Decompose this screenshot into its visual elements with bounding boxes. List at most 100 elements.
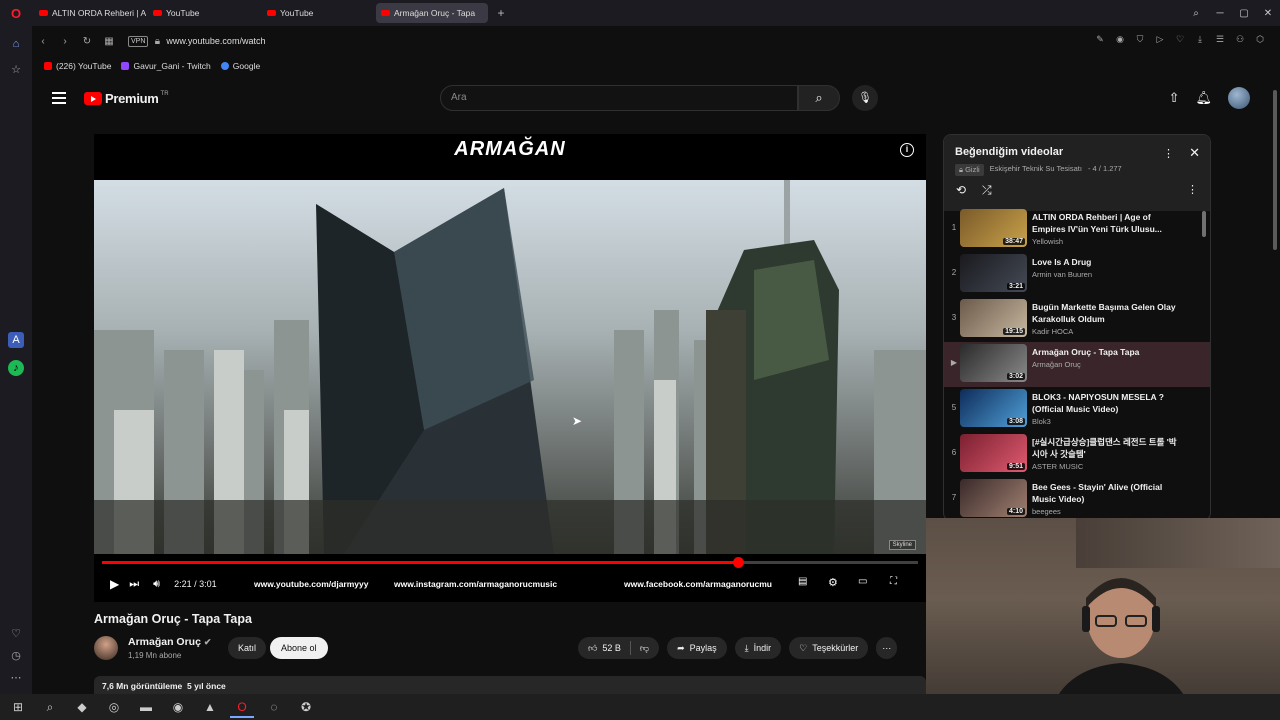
account-icon[interactable]: ⚇ xyxy=(1234,34,1246,46)
browser-tab-2[interactable]: YouTube xyxy=(148,3,260,23)
theater-mode-icon[interactable]: ▭ xyxy=(858,576,867,587)
file-explorer-icon[interactable]: ▬ xyxy=(134,696,158,718)
playlist-item-title[interactable]: Bee Gees - Stayin' Alive (Official Music… xyxy=(1032,481,1182,505)
playlist-item-title[interactable]: Love Is A Drug xyxy=(1032,256,1182,268)
bookmark-youtube[interactable]: (226) YouTube xyxy=(44,61,111,71)
opera-taskbar-icon[interactable]: O xyxy=(230,696,254,718)
playlist-item-title[interactable]: [#실시간급상승]클럽댄스 레전드 트롤 '박시아 사 갓슬템' xyxy=(1032,436,1182,460)
playlist-item[interactable]: 1 38:47 ALTIN ORDA Rehberi | Age of Empire… xyxy=(944,207,1210,252)
browser-tab-4[interactable]: Armağan Oruç - Tapa xyxy=(376,3,488,23)
app-icon-2[interactable]: ▲ xyxy=(198,696,222,718)
scrubber-handle[interactable] xyxy=(733,557,745,568)
settings-gear-icon[interactable]: ⚙ xyxy=(828,576,838,589)
next-icon[interactable]: ⏭ xyxy=(129,578,139,591)
shuffle-icon[interactable]: ⤮ xyxy=(982,183,992,198)
search-input[interactable]: Ara xyxy=(440,85,798,111)
extension-icon[interactable]: ⬡ xyxy=(1254,34,1266,46)
playlist-thumbnail[interactable]: 9:51 xyxy=(960,434,1027,472)
voice-search-button[interactable]: 🎙︎ xyxy=(852,85,878,111)
spotify-icon[interactable]: ♪ xyxy=(8,360,24,376)
windows-start-icon[interactable]: ⊞ xyxy=(6,696,30,718)
playlist-item[interactable]: 5 3:08 BLOK3 - NAPIYOSUN MESELA ? (Officia… xyxy=(944,387,1210,432)
subtitles-icon[interactable]: ▤ xyxy=(798,576,807,587)
bookmark-twitch[interactable]: Gavur_Gani - Twitch xyxy=(121,61,211,71)
playlist-item-title[interactable]: Armağan Oruç - Tapa Tapa xyxy=(1032,346,1182,358)
playlist-item[interactable]: 3 19:15 Bugün Markette Başıma Gelen Olay K… xyxy=(944,297,1210,342)
steam-icon[interactable]: ◌ xyxy=(262,696,286,718)
subscribe-button[interactable]: Abone ol xyxy=(270,637,328,659)
channel-name[interactable]: Armağan Oruç ✔ xyxy=(128,636,211,648)
playlist-item[interactable]: 6 9:51 [#실시간급상승]클럽댄스 레전드 트롤 '박시아 사 갓슬템' AST… xyxy=(944,432,1210,477)
more-icon[interactable]: ⋯ xyxy=(8,670,24,686)
hamburger-menu-icon[interactable] xyxy=(52,92,66,104)
fullscreen-icon[interactable]: ⛶ xyxy=(890,576,897,587)
avatar[interactable] xyxy=(1228,87,1250,109)
playlist-thumbnail[interactable]: 3:02 xyxy=(960,344,1027,382)
edge-icon[interactable]: ◎ xyxy=(102,696,126,718)
home-icon[interactable]: ⌂ xyxy=(8,36,24,52)
new-tab-button[interactable]: + xyxy=(492,6,510,20)
minimize-icon[interactable]: ─ xyxy=(1208,8,1232,19)
playlist-thumbnail[interactable]: 3:08 xyxy=(960,389,1027,427)
close-window-icon[interactable]: ✕ xyxy=(1256,8,1280,19)
playlist-thumbnail[interactable]: 19:15 xyxy=(960,299,1027,337)
pinboard-icon[interactable]: ☆ xyxy=(8,62,24,78)
url-field[interactable]: www.youtube.com/watch xyxy=(166,36,265,46)
edit-icon[interactable]: ✎ xyxy=(1094,34,1106,46)
app-icon-3[interactable]: ✪ xyxy=(294,696,318,718)
search-button[interactable]: ⌕ xyxy=(798,85,840,111)
notifications-bell-icon[interactable]: 🔔︎ xyxy=(1195,90,1212,106)
download-button[interactable]: ⤓ İndir xyxy=(734,637,782,659)
back-icon[interactable]: ‹ xyxy=(32,36,54,47)
playlist-options-icon[interactable]: ⋮ xyxy=(1187,183,1198,196)
menu-icon[interactable]: ☰ xyxy=(1214,34,1226,46)
description-box[interactable]: 7,6 Mn görüntüleme 5 yıl önce xyxy=(94,676,926,694)
thumbs-down-icon[interactable]: 👎︎ xyxy=(640,637,649,659)
playlist-thumbnail[interactable]: 4:10 xyxy=(960,479,1027,517)
aria-icon[interactable]: A xyxy=(8,332,24,348)
search-tabs-icon[interactable]: ⌕ xyxy=(1184,8,1208,19)
search-icon[interactable]: ⌕ xyxy=(38,696,62,718)
join-button[interactable]: Katıl xyxy=(228,637,267,659)
camera-icon[interactable]: ◉ xyxy=(1114,34,1126,46)
forward-icon[interactable]: › xyxy=(54,36,76,47)
playlist-item-title[interactable]: Bugün Markette Başıma Gelen Olay Karakol… xyxy=(1032,301,1182,325)
browser-tab-3[interactable]: YouTube xyxy=(262,3,374,23)
app-icon-1[interactable]: ◆ xyxy=(70,696,94,718)
reload-icon[interactable]: ↻ xyxy=(76,36,98,47)
history-icon[interactable]: ◷ xyxy=(8,648,24,664)
video-player[interactable]: ARMAĞAN i ➤ Skyline ▶ ⏭ 🔊︎ 2:21 / 3:01 w… xyxy=(94,134,926,602)
progress-bar[interactable] xyxy=(102,557,918,568)
playlist-title[interactable]: Beğendiğim videolar xyxy=(955,146,1063,158)
playlist-item[interactable]: ▶ 3:02 Armağan Oruç - Tapa Tapa Armağan Oru… xyxy=(944,342,1210,387)
upload-icon[interactable]: ⇧ xyxy=(1169,90,1180,106)
video-frame[interactable]: ➤ Skyline xyxy=(94,180,926,554)
playlist-thumbnail[interactable]: 38:47 xyxy=(960,209,1027,247)
playlist-owner[interactable]: Eskişehir Teknik Su Tesisatı xyxy=(990,164,1082,176)
volume-icon[interactable]: 🔊︎ xyxy=(153,578,160,591)
playlist-thumbnail[interactable]: 3:21 xyxy=(960,254,1027,292)
info-icon[interactable]: i xyxy=(900,143,914,157)
bookmark-google[interactable]: Google xyxy=(220,61,260,71)
maximize-icon[interactable]: ▢ xyxy=(1232,8,1256,19)
playlist-scrollbar[interactable] xyxy=(1202,211,1206,237)
shield-icon[interactable]: ⛉ xyxy=(1134,34,1146,46)
playlist-item[interactable]: 7 4:10 Bee Gees - Stayin' Alive (Official … xyxy=(944,477,1210,520)
vpn-badge[interactable]: VPN xyxy=(128,35,149,47)
tabs-grid-icon[interactable]: ▦ xyxy=(98,36,120,47)
channel-avatar[interactable] xyxy=(94,636,118,660)
opera-logo-icon[interactable]: O xyxy=(0,0,32,26)
playlist-item-title[interactable]: BLOK3 - NAPIYOSUN MESELA ? (Official Mus… xyxy=(1032,391,1182,415)
download-icon[interactable]: ⤓ xyxy=(1194,34,1206,46)
close-icon[interactable]: ✕ xyxy=(1189,145,1200,161)
heart-icon[interactable]: ♡ xyxy=(1174,34,1186,46)
like-button[interactable]: 👍︎ 52 B 👎︎ xyxy=(578,637,660,659)
playlist-item-title[interactable]: ALTIN ORDA Rehberi | Age of Empires IV'ü… xyxy=(1032,211,1182,235)
play-icon[interactable]: ▷ xyxy=(1154,34,1166,46)
share-button[interactable]: ➦ Paylaş xyxy=(667,637,727,659)
play-icon[interactable]: ▶ xyxy=(110,577,119,591)
favorites-icon[interactable]: ♡ xyxy=(8,626,24,642)
thanks-button[interactable]: ♡ Teşekkürler xyxy=(789,637,869,659)
discord-icon[interactable]: ◉ xyxy=(166,696,190,718)
browser-tab-1[interactable]: ALTIN ORDA Rehberi | Age xyxy=(34,3,146,23)
